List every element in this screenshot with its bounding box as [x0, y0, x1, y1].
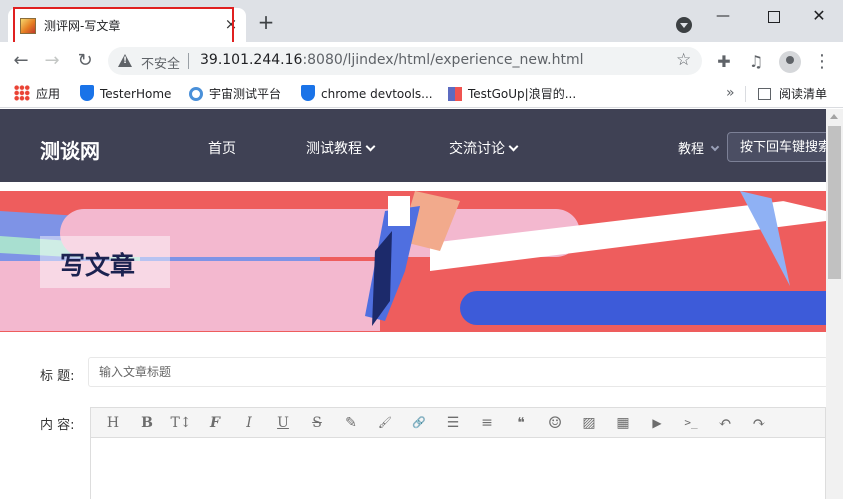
strikethrough-icon[interactable]: S: [306, 414, 328, 432]
article-title-input[interactable]: [89, 358, 827, 386]
browser-toolbar: ← → ↻ 不安全 39.101.244.16:8080/ljindex/htm…: [0, 42, 843, 80]
bookmark-label: 应用: [36, 87, 61, 101]
editor-toolbar: H B T↕ F I U S ✎ 🖌 🔗 ☰ ≡ ❝ ☺ ▨ ▦ ▶ >_ ↶ …: [91, 408, 825, 438]
nav-tutorials[interactable]: 测试教程: [306, 138, 376, 158]
highlighter-icon[interactable]: ✎: [340, 414, 362, 432]
bookmark-label: TesterHome: [100, 87, 172, 101]
tab-title: 测评网-写文章: [44, 19, 121, 33]
undo-icon[interactable]: ↶: [714, 414, 736, 432]
reading-list-label: 阅读清单: [779, 87, 828, 101]
brush-icon[interactable]: 🖌: [374, 414, 396, 432]
tab-close-icon[interactable]: ×: [222, 15, 240, 33]
heading-icon[interactable]: H: [102, 414, 124, 432]
forward-arrow-icon[interactable]: →: [41, 50, 63, 72]
bookmark-star-icon[interactable]: ☆: [676, 50, 691, 70]
site-search-box[interactable]: [727, 132, 837, 162]
text-size-icon[interactable]: T↕: [170, 414, 192, 432]
testgoup-icon: [448, 87, 462, 101]
nav-label: 交流讨论: [449, 141, 505, 157]
rich-text-editor: H B T↕ F I U S ✎ 🖌 🔗 ☰ ≡ ❝ ☺ ▨ ▦ ▶ >_ ↶ …: [90, 407, 826, 499]
page-banner: 写文章: [0, 191, 826, 332]
browser-menu-icon[interactable]: ⋮: [812, 52, 832, 72]
chevron-down-icon: [365, 141, 376, 152]
site-favicon-icon: [20, 18, 36, 34]
back-arrow-icon[interactable]: ←: [10, 50, 32, 72]
content-label: 内 容:: [40, 418, 75, 433]
align-icon[interactable]: ≡: [476, 414, 498, 432]
new-tab-button[interactable]: +: [256, 12, 276, 33]
chevron-down-icon: [710, 142, 720, 152]
bookmark-universe-platform[interactable]: 宇宙测试平台: [189, 85, 281, 103]
article-title-field[interactable]: [88, 357, 828, 387]
search-scope-value: 教程: [678, 142, 705, 157]
scroll-up-arrow-icon[interactable]: [830, 114, 838, 119]
reload-icon[interactable]: ↻: [74, 50, 96, 72]
page-scrollbar[interactable]: [826, 109, 843, 499]
table-icon[interactable]: ▦: [612, 414, 634, 432]
address-divider: [188, 53, 189, 69]
site-logo[interactable]: 测谈网: [40, 135, 100, 164]
url-path: :8080/ljindex/html/experience_new.html: [302, 52, 584, 68]
emoji-icon[interactable]: ☺: [544, 414, 566, 432]
chevron-down-icon: [508, 141, 519, 152]
browser-tab[interactable]: 测评网-写文章 ×: [8, 8, 246, 42]
tab-search-icon[interactable]: [676, 17, 692, 33]
bookmarks-divider: [745, 86, 746, 102]
gear-icon: [189, 87, 203, 101]
bold-icon[interactable]: B: [136, 414, 158, 432]
redo-icon[interactable]: ↷: [748, 414, 770, 432]
url-host: 39.101.244.16: [200, 52, 303, 68]
site-header: 测谈网 首页 测试教程 交流讨论 教程: [0, 109, 837, 182]
underline-icon[interactable]: U: [272, 414, 294, 432]
bookmark-chrome-devtools[interactable]: chrome devtools...: [301, 85, 433, 103]
url-text[interactable]: 39.101.244.16:8080/ljindex/html/experien…: [200, 52, 584, 68]
font-icon[interactable]: F: [204, 414, 226, 432]
search-scope-select[interactable]: 教程: [678, 138, 720, 157]
window-maximize-button[interactable]: [757, 5, 789, 27]
italic-icon[interactable]: I: [238, 414, 260, 432]
list-icon[interactable]: ☰: [442, 414, 464, 432]
bookmark-testgoup[interactable]: TestGoUp|浪冒的...: [448, 85, 576, 103]
window-minimize-button[interactable]: —: [707, 5, 739, 27]
code-icon[interactable]: >_: [680, 414, 702, 432]
bookmark-label: chrome devtools...: [321, 87, 433, 101]
bookmarks-overflow-icon[interactable]: »: [726, 85, 735, 101]
quote-icon[interactable]: ❝: [510, 414, 532, 432]
bookmarks-bar: 应用 TesterHome 宇宙测试平台 chrome devtools... …: [0, 80, 843, 108]
nav-label: 测试教程: [306, 141, 362, 157]
media-control-icon[interactable]: ♫: [746, 52, 766, 72]
scrollbar-thumb[interactable]: [828, 126, 841, 279]
page-viewport: 测谈网 首页 测试教程 交流讨论 教程 写文章 标 题:: [0, 109, 843, 499]
bookmark-label: 宇宙测试平台: [209, 87, 282, 101]
link-icon[interactable]: 🔗: [408, 414, 430, 432]
shield-icon: [80, 85, 94, 101]
profile-avatar-icon[interactable]: [779, 51, 801, 73]
nav-home[interactable]: 首页: [208, 138, 236, 158]
video-icon[interactable]: ▶: [646, 414, 668, 432]
title-label: 标 题:: [40, 369, 75, 384]
bookmark-apps[interactable]: 应用: [14, 85, 60, 103]
browser-tab-strip: 测评网-写文章 × + — ✕: [0, 0, 843, 45]
shield-icon: [301, 85, 315, 101]
extensions-puzzle-icon[interactable]: ✚: [714, 52, 734, 72]
bookmark-testerhome[interactable]: TesterHome: [80, 85, 171, 103]
page-title: 写文章: [60, 251, 136, 280]
reading-list-button[interactable]: 阅读清单: [758, 85, 827, 103]
bookmark-label: TestGoUp|浪冒的...: [468, 87, 577, 101]
reading-list-icon: [758, 88, 771, 100]
site-search-input[interactable]: [728, 133, 836, 161]
address-bar[interactable]: 不安全 39.101.244.16:8080/ljindex/html/expe…: [108, 47, 702, 75]
apps-icon: [14, 85, 30, 101]
nav-discussion[interactable]: 交流讨论: [449, 138, 519, 158]
warning-icon[interactable]: [118, 54, 132, 67]
image-icon[interactable]: ▨: [578, 414, 600, 432]
banner-title-box: 写文章: [40, 236, 170, 288]
security-label[interactable]: 不安全: [141, 53, 180, 72]
editor-content-area[interactable]: [91, 439, 825, 499]
window-close-button[interactable]: ✕: [803, 5, 835, 27]
